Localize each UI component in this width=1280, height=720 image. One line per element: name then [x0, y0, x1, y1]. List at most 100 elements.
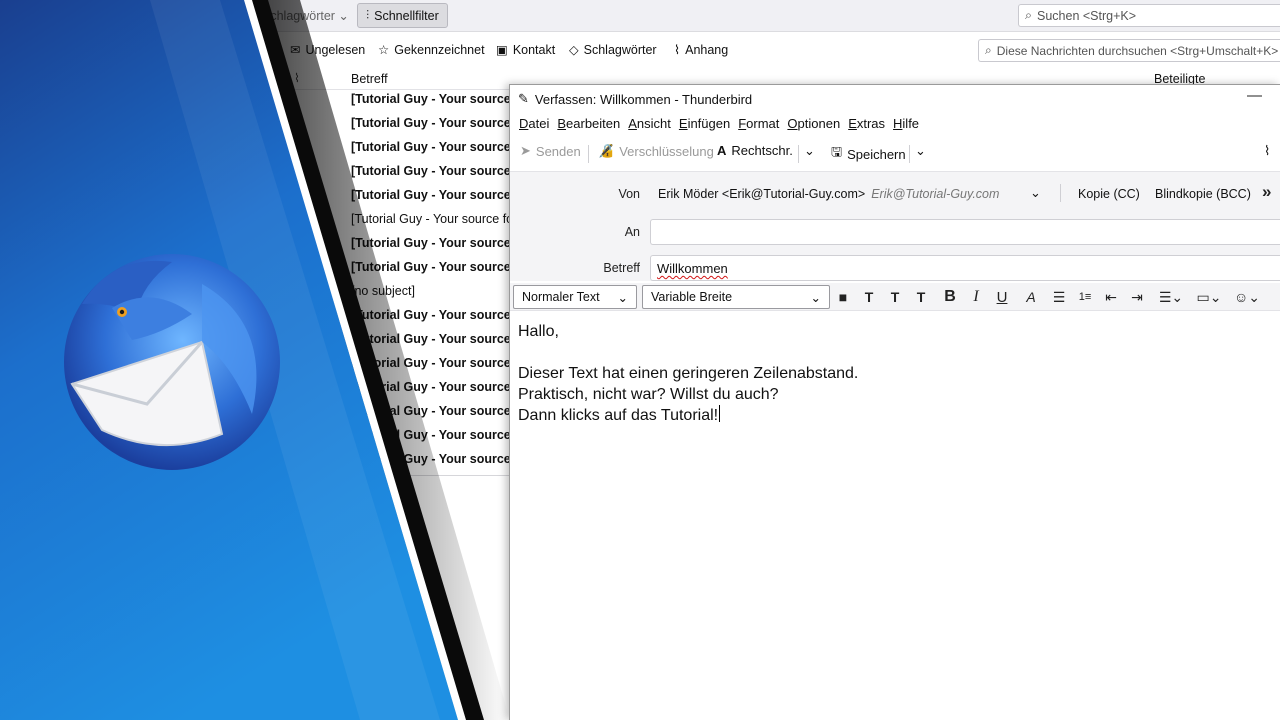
menu-item-bearbeiten[interactable]: Bearbeiten — [553, 114, 624, 136]
send-icon: ➤ — [520, 143, 531, 158]
header-separator — [1060, 184, 1061, 202]
indent-icon[interactable]: ⇥ — [1127, 288, 1147, 306]
filter-icon: ⫶ — [366, 8, 370, 22]
from-value: Erik Möder <Erik@Tutorial-Guy.com> — [658, 187, 866, 201]
emoji-icon[interactable]: ☺⌄ — [1232, 288, 1262, 306]
align-icon[interactable]: ☰⌄ — [1156, 288, 1186, 306]
chevron-down-icon[interactable]: ⌄ — [1030, 185, 1041, 201]
font-size-increase-icon[interactable]: T — [859, 288, 879, 306]
paperclip-icon: ⌇ — [1264, 143, 1271, 158]
chevron-down-icon: ⌄ — [810, 290, 821, 305]
save-dropdown[interactable]: ⌄ — [915, 143, 926, 159]
chevron-down-icon: ⌄ — [915, 143, 926, 158]
from-identity: Erik@Tutorial-Guy.com — [871, 187, 1000, 201]
compose-toolbar: ➤ Senden 🔏 Verschlüsselung A Rechtschr. ⌄ 🖫… — [510, 139, 1280, 167]
message-body-editor[interactable]: Hallo, Dieser Text hat einen geringeren Z… — [510, 313, 1280, 720]
list-bottom-border — [330, 475, 520, 476]
filter-starred[interactable]: ☆ Gekennzeichnet — [378, 42, 485, 58]
search-icon: ⌕ — [985, 43, 992, 57]
menu-item-ansicht[interactable]: Ansicht — [624, 114, 675, 136]
save-icon: 🖫 — [831, 144, 843, 159]
cc-button[interactable]: Kopie (CC) — [1078, 187, 1140, 201]
body-line: Dieser Text hat einen geringeren Zeilena… — [518, 365, 859, 382]
compose-title: Verfassen: Willkommen - Thunderbird — [534, 91, 753, 107]
message-row[interactable]: [Tutorial Guy - Your source fo — [351, 404, 526, 428]
bullet-list-icon[interactable]: ☰ — [1049, 288, 1069, 306]
spellcheck-dropdown[interactable]: ⌄ — [804, 143, 815, 159]
global-search-placeholder: Suchen <Strg+K> — [1037, 8, 1137, 23]
subject-value: Willkommen — [657, 261, 728, 276]
message-search-input[interactable]: ⌕ Diese Nachrichten durchsuchen <Strg+Um… — [978, 39, 1280, 62]
message-row[interactable]: [Tutorial Guy - Your source fo — [351, 452, 526, 476]
envelope-icon: ✉ — [290, 43, 301, 57]
from-select[interactable]: Erik Möder <Erik@Tutorial-Guy.com> Erik@T… — [658, 187, 999, 201]
menu-item-format[interactable]: Format — [734, 114, 783, 136]
more-headers-icon[interactable]: » — [1262, 182, 1271, 202]
toolbar-separator — [909, 145, 910, 163]
chevron-down-icon: ⌄ — [804, 143, 815, 158]
message-row[interactable]: [Tutorial Guy - Your source fo — [351, 308, 526, 332]
compose-window: ✎ Verfassen: Willkommen - Thunderbird — … — [509, 84, 1280, 720]
tags-dropdown[interactable]: Schlagwörter ⌄ — [262, 8, 349, 23]
paragraph-style-select[interactable]: Normaler Text ⌄ — [513, 285, 637, 309]
global-search-input[interactable]: ⌕ Suchen <Strg+K> — [1018, 4, 1280, 27]
message-row[interactable]: [Tutorial Guy - Your source fo — [351, 92, 526, 116]
numbered-list-icon[interactable]: 1≡ — [1075, 288, 1095, 306]
message-row[interactable]: [Tutorial Guy - Your source fo — [351, 428, 526, 452]
insert-image-icon[interactable]: ▭⌄ — [1194, 288, 1224, 306]
chevron-down-icon: ⌄ — [617, 290, 628, 305]
attach-button[interactable]: ⌇ — [1264, 143, 1270, 159]
paperclip-icon: ⌇ — [674, 43, 681, 57]
filter-tags[interactable]: ◇ Schlagwörter — [569, 42, 657, 58]
menu-item-extras[interactable]: Extras — [844, 114, 889, 136]
bold-icon[interactable]: B — [940, 288, 960, 306]
save-button[interactable]: 🖫 Speichern — [831, 143, 906, 165]
quickfilter-button[interactable]: ⫶ Schnellfilter — [357, 3, 448, 28]
italic-icon[interactable]: I — [966, 288, 986, 306]
quickfilter-label: Schnellfilter — [374, 8, 439, 23]
bcc-button[interactable]: Blindkopie (BCC) — [1155, 187, 1251, 201]
compose-titlebar: ✎ Verfassen: Willkommen - Thunderbird — — [510, 85, 1280, 113]
menu-item-optionen[interactable]: Optionen — [783, 114, 844, 136]
message-row[interactable]: [Tutorial Guy - Your source fo — [351, 236, 526, 260]
tag-icon: ◇ — [569, 43, 579, 57]
menu-item-einfügen[interactable]: Einfügen — [675, 114, 734, 136]
subject-label: Betreff — [603, 261, 640, 275]
font-smaller-icon[interactable]: T — [885, 288, 905, 306]
message-row[interactable]: [no subject] — [351, 284, 415, 308]
message-row[interactable]: [Tutorial Guy - Your source fo — [351, 356, 526, 380]
to-label: An — [624, 225, 640, 239]
star-icon: ☆ — [378, 43, 390, 57]
subject-column-header[interactable]: Betreff — [351, 72, 388, 86]
minimize-button[interactable]: — — [1247, 87, 1262, 104]
font-larger-icon[interactable]: T — [911, 288, 931, 306]
attachment-column-icon[interactable]: ⌇ — [294, 71, 300, 85]
subject-field[interactable]: Willkommen — [650, 255, 1280, 281]
thunderbird-logo-icon — [64, 254, 280, 470]
message-row[interactable]: [Tutorial Guy - Your source fo — [351, 140, 526, 164]
menu-item-hilfe[interactable]: Hilfe — [889, 114, 923, 136]
to-field[interactable] — [650, 219, 1280, 245]
format-toolbar: Normaler Text ⌄ Variable Breite ⌄ ■ T T T … — [510, 283, 1280, 311]
text-color-icon[interactable]: ■ — [833, 288, 853, 306]
message-row[interactable]: [Tutorial Guy - Your source fo — [351, 260, 526, 284]
outdent-icon[interactable]: ⇤ — [1101, 288, 1121, 306]
body-line — [518, 342, 1272, 363]
encryption-button[interactable]: 🔏 Verschlüsselung — [598, 143, 714, 159]
spellcheck-button[interactable]: A Rechtschr. — [717, 143, 793, 158]
send-button[interactable]: ➤ Senden — [520, 143, 581, 159]
remove-formatting-icon[interactable]: A — [1021, 288, 1041, 306]
message-row[interactable]: [Tutorial Guy - Your source fo — [351, 116, 526, 140]
underline-icon[interactable]: U — [992, 288, 1012, 306]
message-row[interactable]: [Tutorial Guy - Your source for — [351, 212, 517, 236]
filter-unread[interactable]: ✉ Ungelesen — [290, 42, 365, 58]
message-row[interactable]: [Tutorial Guy - Your source fo — [351, 188, 526, 212]
message-row[interactable]: [Tutorial Guy - Your source fo — [351, 164, 526, 188]
message-row[interactable]: [Tutorial Guy - Your source fo — [351, 380, 526, 404]
pencil-icon: ✎ — [518, 91, 529, 106]
filter-contact[interactable]: ▣ Kontakt — [496, 42, 555, 58]
message-row[interactable]: [Tutorial Guy - Your source fo — [351, 332, 526, 356]
font-select[interactable]: Variable Breite ⌄ — [642, 285, 830, 309]
menu-item-datei[interactable]: Datei — [515, 114, 553, 136]
filter-attachment[interactable]: ⌇ Anhang — [674, 42, 728, 58]
